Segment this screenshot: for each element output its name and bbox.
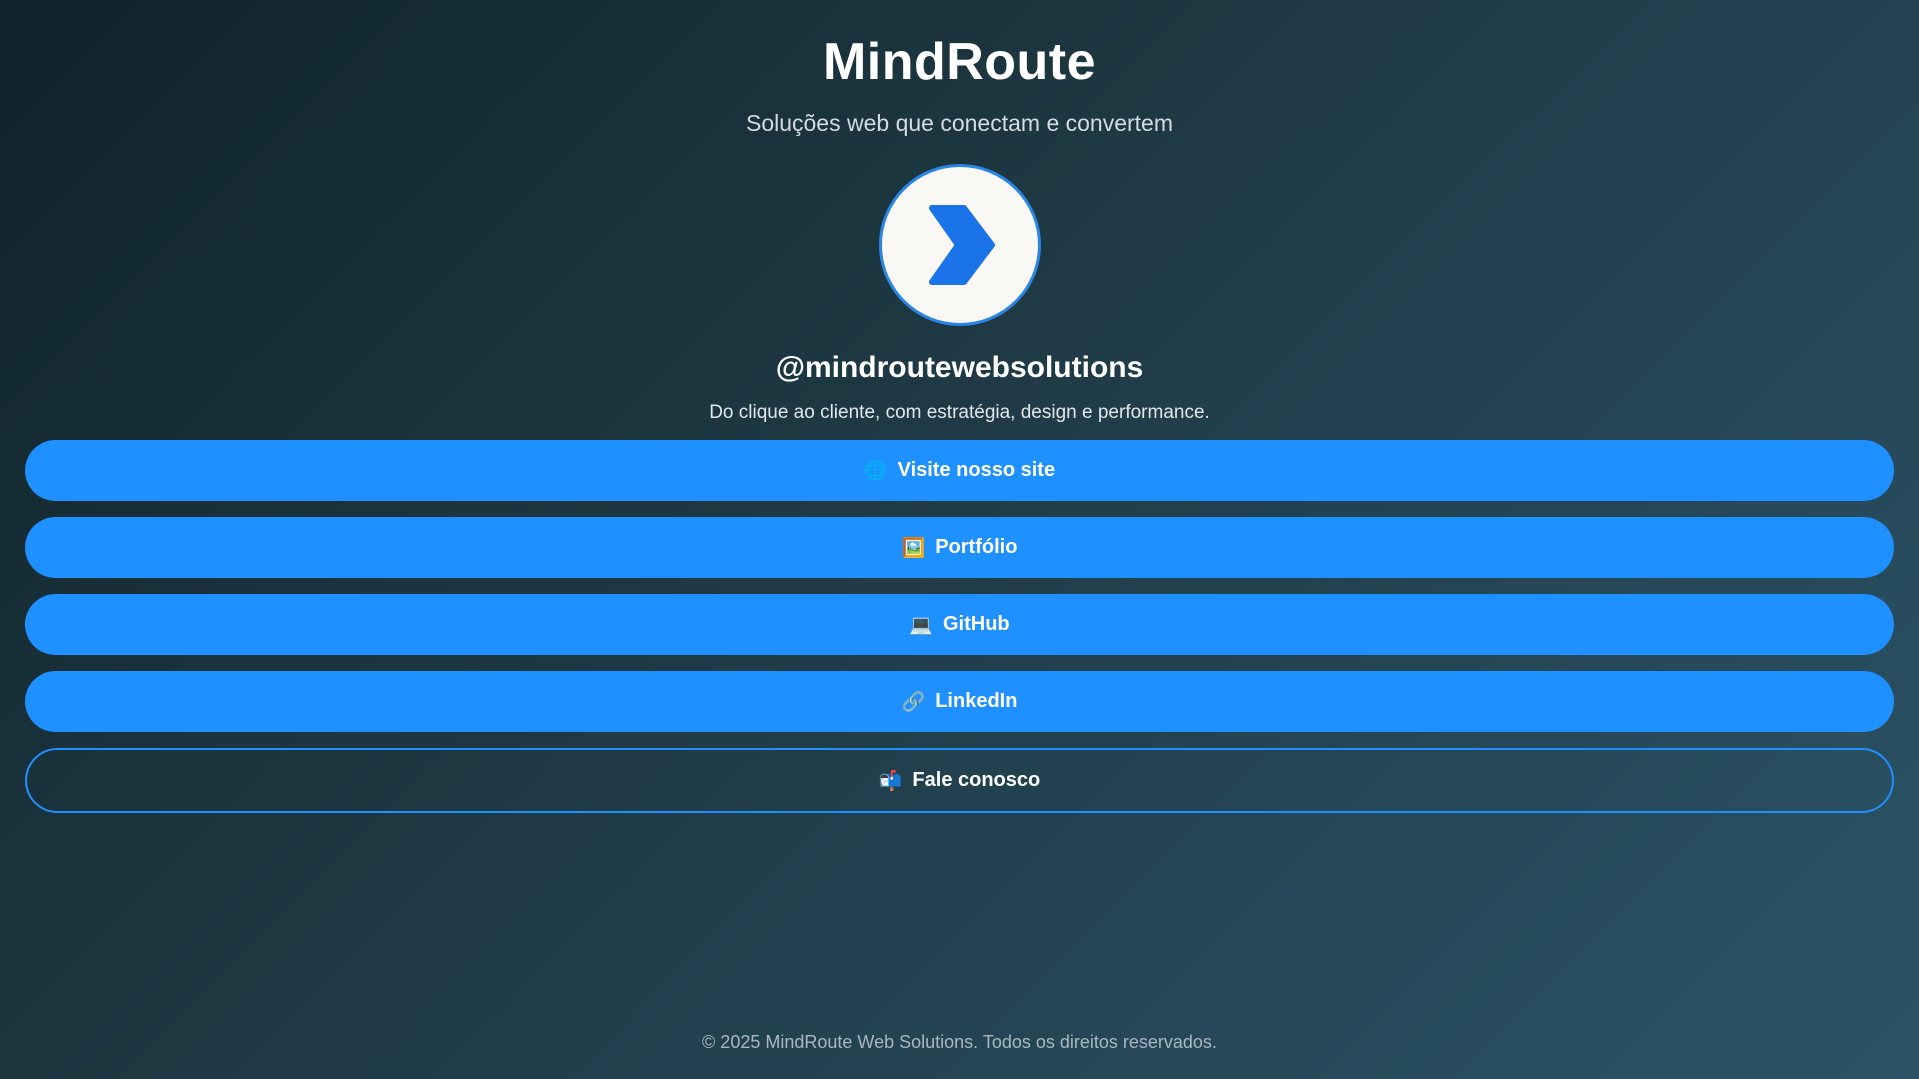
page-header: MindRoute Soluções web que conectam e co… [0,0,1919,426]
link-list: 🌐 Visite nosso site 🖼️ Portfólio 💻 GitHu… [25,440,1894,829]
link-label: Visite nosso site [897,459,1056,481]
github-button[interactable]: 💻 GitHub [25,594,1894,655]
profile-bio: Do clique ao cliente, com estratégia, de… [709,402,1210,423]
linkedin-button[interactable]: 🔗 LinkedIn [25,671,1894,732]
mailbox-icon: 📬 [878,770,903,792]
avatar [878,164,1041,326]
link-label: Fale conosco [912,769,1041,791]
chevron-right-icon [928,205,995,285]
brand-title: MindRoute [822,33,1097,91]
visit-site-button[interactable]: 🌐 Visite nosso site [25,440,1894,501]
link-label: Portfólio [935,536,1018,558]
picture-icon: 🖼️ [901,537,926,559]
link-label: LinkedIn [935,690,1018,712]
tagline: Soluções web que conectam e convertem [745,110,1174,136]
link-icon: 🔗 [901,691,926,713]
contact-button[interactable]: 📬 Fale conosco [25,748,1894,813]
portfolio-button[interactable]: 🖼️ Portfólio [25,517,1894,578]
globe-icon: 🌐 [863,460,888,482]
laptop-icon: 💻 [909,614,933,636]
footer-copyright: © 2025 MindRoute Web Solutions. Todos os… [702,1032,1217,1052]
link-label: GitHub [943,613,1010,635]
profile-handle: @mindroutewebsolutions [775,351,1144,384]
